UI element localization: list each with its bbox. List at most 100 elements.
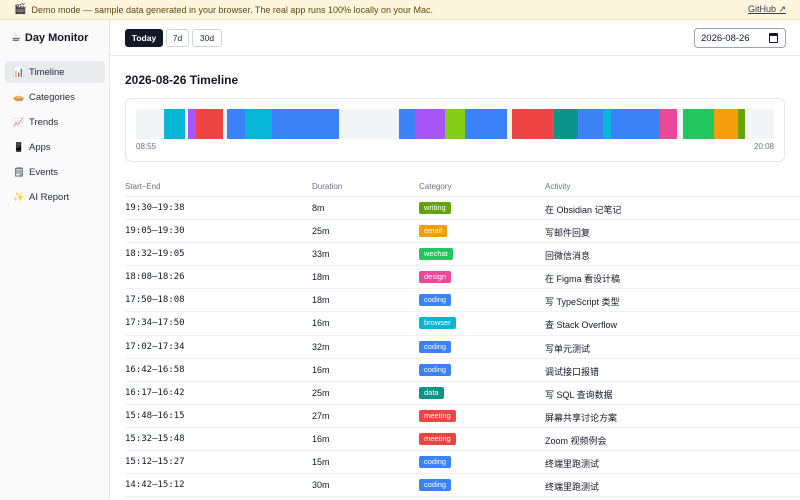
- row-activity: 回微信消息: [545, 251, 591, 262]
- timeline-start-label: 08:55: [136, 142, 157, 151]
- timeline-segment-coding[interactable]: [578, 109, 594, 139]
- row-category-badge: meeting: [419, 409, 456, 422]
- timeline-segment-coding[interactable]: [399, 109, 415, 139]
- table-row[interactable]: 17:34–17:50 16m browser 查 Stack Overflow: [125, 312, 800, 336]
- sidebar-nav: 📊 Timeline 🥧 Categories 📈 Trends 📱 Apps …: [5, 61, 105, 211]
- row-time-range: 16:42–16:58: [125, 364, 185, 375]
- table-row[interactable]: 15:12–15:27 15m coding 终端里跑测试: [125, 451, 800, 475]
- row-category-badge: wechat: [419, 248, 453, 261]
- sidebar-item-label: Timeline: [29, 66, 65, 78]
- timeline-segment-design[interactable]: [660, 109, 677, 139]
- row-activity: 调试接口报错: [545, 366, 600, 377]
- timeline-segment-meeting[interactable]: [512, 109, 554, 139]
- table-row[interactable]: 17:50–18:08 18m coding 写 TypeScript 类型: [125, 289, 800, 313]
- range-today-button[interactable]: Today: [125, 29, 163, 47]
- timeline-segment-coding[interactable]: [465, 109, 492, 139]
- timeline-segment-coding[interactable]: [227, 109, 245, 139]
- row-activity: 写 TypeScript 类型: [545, 297, 620, 308]
- timeline-segment-research[interactable]: [415, 109, 445, 139]
- table-row[interactable]: 17:02–17:34 32m coding 写单元测试: [125, 336, 800, 359]
- timeline-segment-data[interactable]: [554, 109, 578, 139]
- timeline-segment-coding[interactable]: [594, 109, 603, 139]
- sidebar-item-apps[interactable]: 📱 Apps: [5, 136, 105, 158]
- timeline-segment-coding[interactable]: [643, 109, 644, 139]
- row-activity: 写邮件回复: [545, 228, 591, 239]
- row-duration: 18m: [312, 295, 330, 306]
- coffee-icon: ☕: [11, 32, 21, 44]
- table-row[interactable]: 16:17–16:42 25m data 写 SQL 查询数据: [125, 382, 800, 405]
- row-time-range: 14:42–15:12: [125, 480, 185, 491]
- sparkles-icon: ✨: [13, 191, 25, 202]
- date-picker[interactable]: 2026-08-26: [694, 28, 786, 48]
- demo-banner: 🎬 Demo mode — sample data generated in y…: [0, 0, 800, 20]
- main-content: Today 7d 30d 2026-08-26 2026-08-26 Timel…: [110, 20, 800, 500]
- column-header-duration: Duration: [312, 182, 343, 191]
- timeline-segment-browser[interactable]: [603, 109, 611, 139]
- row-duration: 33m: [312, 249, 330, 260]
- table-row[interactable]: 14:42–15:12 30m coding 终端里跑测试: [125, 474, 800, 498]
- timeline-segment-meeting[interactable]: [196, 109, 223, 139]
- table-row[interactable]: 19:05–19:30 25m email 写邮件回复: [125, 220, 800, 244]
- github-link[interactable]: GitHub ↗: [748, 4, 786, 15]
- row-activity: 终端里跑测试: [545, 482, 600, 493]
- timeline-segment-writing[interactable]: [738, 109, 745, 139]
- sidebar-item-ai-report[interactable]: ✨ AI Report: [5, 186, 105, 208]
- sidebar-item-timeline[interactable]: 📊 Timeline: [5, 61, 105, 83]
- timeline-segment-email[interactable]: [714, 109, 738, 139]
- sidebar-item-label: AI Report: [29, 191, 70, 203]
- timeline-segment-coding[interactable]: [611, 109, 643, 139]
- row-duration: 25m: [312, 387, 330, 398]
- row-time-range: 17:02–17:34: [125, 341, 185, 352]
- row-activity: 查 Stack Overflow: [545, 320, 618, 331]
- calendar-icon[interactable]: [769, 33, 778, 43]
- row-duration: 32m: [312, 341, 330, 352]
- sidebar-item-label: Apps: [29, 141, 51, 153]
- table-row[interactable]: 18:08–18:26 18m design 在 Figma 看设计稿: [125, 266, 800, 290]
- row-duration: 18m: [312, 272, 330, 283]
- table-row[interactable]: 15:32–15:48 16m meeting Zoom 视频例会: [125, 428, 800, 452]
- timeline-end-label: 20:08: [753, 142, 774, 151]
- timeline-segment-browser[interactable]: [245, 109, 272, 139]
- row-duration: 27m: [312, 410, 330, 421]
- row-duration: 15m: [312, 457, 330, 468]
- row-duration: 16m: [312, 364, 330, 375]
- sidebar-item-categories[interactable]: 🥧 Categories: [5, 86, 105, 108]
- table-row[interactable]: 16:42–16:58 16m coding 调试接口报错: [125, 359, 800, 382]
- row-duration: 16m: [312, 433, 330, 444]
- table-body: 19:30–19:38 8m writing 在 Obsidian 记笔记 19:05–…: [125, 197, 800, 498]
- timeline-segment-coding[interactable]: [645, 109, 660, 139]
- table-row[interactable]: 18:32–19:05 33m wechat 回微信消息: [125, 243, 800, 267]
- notepad-icon: 🗒: [13, 166, 25, 177]
- row-time-range: 15:12–15:27: [125, 457, 185, 468]
- sidebar-item-events[interactable]: 🗒 Events: [5, 161, 105, 183]
- activity-table: Start–End Duration Category Activity 19:…: [125, 182, 800, 498]
- timeline-segment-coding[interactable]: [494, 109, 507, 139]
- range-30d-button[interactable]: 30d: [192, 29, 222, 47]
- bar-chart-icon: 📊: [13, 66, 25, 77]
- timeline-segment-wechat[interactable]: [683, 109, 714, 139]
- row-time-range: 17:50–18:08: [125, 295, 185, 306]
- toolbar: Today 7d 30d 2026-08-26: [110, 20, 800, 56]
- row-activity: 在 Obsidian 记笔记: [545, 205, 622, 215]
- row-activity: 写单元测试: [545, 343, 591, 354]
- timeline-segment-other[interactable]: [445, 109, 465, 139]
- date-value: 2026-08-26: [701, 32, 750, 44]
- sidebar: ☕ Day Monitor 📊 Timeline 🥧 Categories 📈 …: [0, 20, 110, 500]
- range-7d-button[interactable]: 7d: [166, 29, 189, 47]
- table-row[interactable]: 19:30–19:38 8m writing 在 Obsidian 记笔记: [125, 197, 800, 221]
- row-duration: 30m: [312, 480, 330, 491]
- row-activity: 屏幕共享讨论方案: [545, 412, 618, 423]
- sidebar-item-trends[interactable]: 📈 Trends: [5, 111, 105, 133]
- phone-icon: 📱: [13, 141, 25, 152]
- row-activity: 在 Figma 看设计稿: [545, 274, 621, 285]
- timeline-card: 08:55 20:08: [125, 98, 785, 162]
- timeline-track: [136, 109, 774, 139]
- timeline-segment-research[interactable]: [188, 109, 196, 139]
- app-brand: ☕ Day Monitor: [11, 31, 88, 45]
- timeline-segment-browser[interactable]: [164, 109, 185, 139]
- row-category-badge: coding: [419, 363, 452, 376]
- row-time-range: 15:48–16:15: [125, 410, 185, 421]
- table-row[interactable]: 15:48–16:15 27m meeting 屏幕共享讨论方案: [125, 405, 800, 428]
- row-category-badge: coding: [419, 479, 452, 492]
- timeline-segment-coding[interactable]: [272, 109, 339, 139]
